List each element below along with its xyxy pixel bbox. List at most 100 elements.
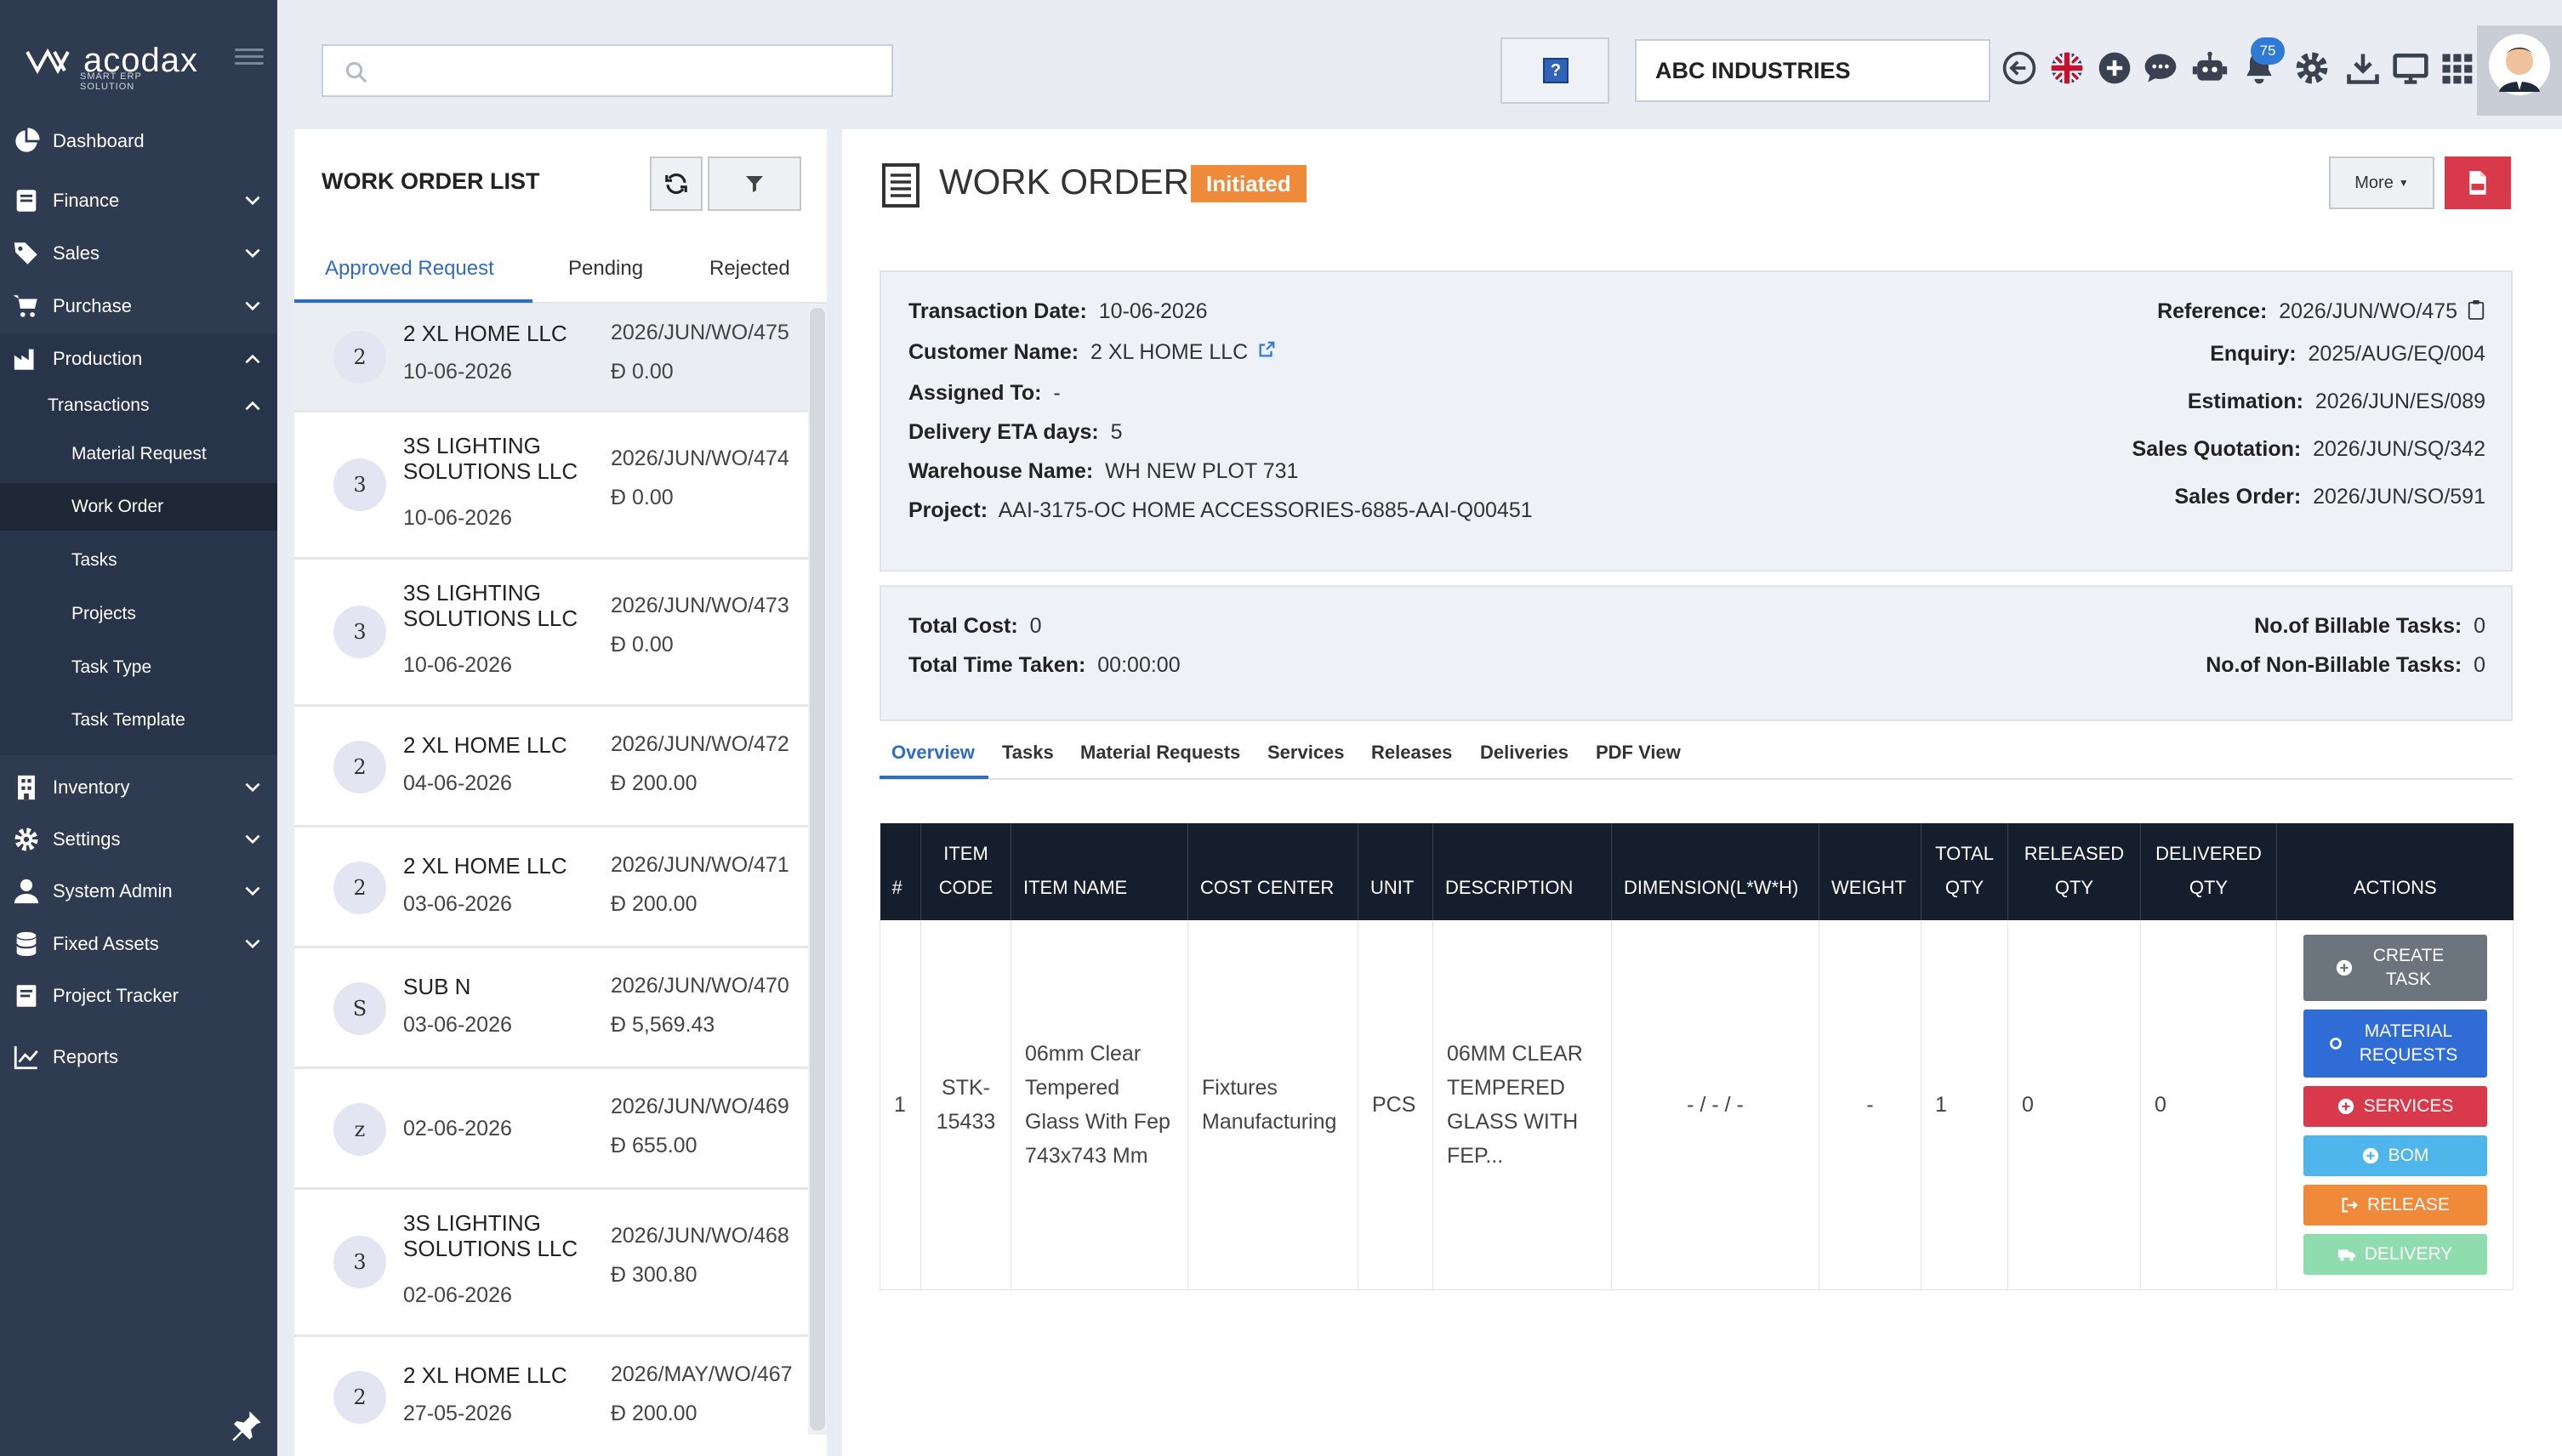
download-icon[interactable] bbox=[2344, 49, 2382, 87]
apps-grid-icon[interactable] bbox=[2438, 49, 2475, 87]
order-date: 02-06-2026 bbox=[403, 1283, 512, 1307]
list-item[interactable]: 2 2 XL HOME LLC 27-05-2026 2026/MAY/WO/4… bbox=[294, 1337, 808, 1435]
button-label: SERVICES bbox=[2363, 1095, 2454, 1116]
refresh-button[interactable] bbox=[650, 156, 703, 211]
work-order-list[interactable]: 2 2 XL HOME LLC 10-06-2026 2026/JUN/WO/4… bbox=[294, 304, 808, 1435]
tab-services[interactable]: Services bbox=[1267, 742, 1345, 764]
info-value: 2025/AUG/EQ/004 bbox=[2308, 342, 2485, 366]
company-selector[interactable]: ABC INDUSTRIES bbox=[1635, 39, 1990, 102]
customer-link[interactable]: 2 XL HOME LLC bbox=[1090, 340, 1248, 364]
unit: PCS bbox=[1358, 920, 1433, 1290]
sidebar-item-tasks[interactable]: Tasks bbox=[0, 537, 277, 584]
sidebar-item-inventory[interactable]: Inventory bbox=[0, 762, 277, 813]
caret-down-icon: ▼ bbox=[2398, 177, 2409, 189]
sidebar-item-work-order[interactable]: Work Order bbox=[0, 483, 277, 531]
tab-pending[interactable]: Pending bbox=[568, 257, 643, 281]
sidebar-item-label: Transactions bbox=[48, 395, 150, 415]
sidebar-item-fixed-assets[interactable]: Fixed Assets bbox=[0, 919, 277, 970]
pin-icon[interactable] bbox=[230, 1408, 264, 1442]
list-item[interactable]: 3 3S LIGHTING SOLUTIONS LLC 10-06-2026 2… bbox=[294, 412, 808, 560]
back-arrow-icon[interactable] bbox=[2001, 49, 2038, 87]
list-item[interactable]: z 02-06-2026 2026/JUN/WO/469 Ð 655.00 bbox=[294, 1069, 808, 1190]
tab-rejected[interactable]: Rejected bbox=[709, 257, 790, 281]
settings-gear-icon[interactable] bbox=[2293, 49, 2331, 87]
work-order-list-panel: WORK ORDER LIST Approved Request Pending… bbox=[294, 129, 827, 1456]
amount-value: 200.00 bbox=[632, 1402, 697, 1425]
list-item[interactable]: 3 3S LIGHTING SOLUTIONS LLC 02-06-2026 2… bbox=[294, 1190, 808, 1337]
database-icon bbox=[15, 931, 37, 957]
tab-deliveries[interactable]: Deliveries bbox=[1480, 742, 1569, 764]
list-scrollbar-thumb[interactable] bbox=[810, 308, 825, 1430]
tab-overview[interactable]: Overview bbox=[891, 742, 975, 764]
sidebar-item-finance[interactable]: Finance bbox=[0, 175, 277, 226]
user-avatar[interactable] bbox=[2477, 26, 2562, 116]
tab-tasks[interactable]: Tasks bbox=[1002, 742, 1054, 764]
list-item[interactable]: 2 2 XL HOME LLC 10-06-2026 2026/JUN/WO/4… bbox=[294, 304, 808, 412]
list-title: WORK ORDER LIST bbox=[322, 168, 540, 194]
search-input[interactable] bbox=[383, 53, 876, 90]
services-button[interactable]: SERVICES bbox=[2303, 1085, 2487, 1127]
monitor-icon[interactable] bbox=[2392, 49, 2429, 87]
search-box[interactable] bbox=[322, 44, 893, 97]
sidebar-item-label: Material Request bbox=[71, 444, 207, 464]
sidebar-item-production[interactable]: Production bbox=[0, 333, 277, 384]
sidebar-item-projects[interactable]: Projects bbox=[0, 590, 277, 638]
sidebar-item-sales[interactable]: Sales bbox=[0, 228, 277, 279]
info-warehouse-name: Warehouse Name: WH NEW PLOT 731 bbox=[908, 459, 1298, 484]
tab-approved-request[interactable]: Approved Request bbox=[325, 257, 494, 281]
sidebar-item-label: Projects bbox=[71, 604, 136, 623]
sidebar-item-dashboard[interactable]: Dashboard bbox=[0, 116, 277, 167]
total-qty: 1 bbox=[1921, 920, 2008, 1290]
sidebar-item-project-tracker[interactable]: Project Tracker bbox=[0, 970, 277, 1021]
list-item[interactable]: 2 2 XL HOME LLC 03-06-2026 2026/JUN/WO/4… bbox=[294, 828, 808, 948]
sidebar-item-transactions[interactable]: Transactions bbox=[0, 381, 277, 430]
currency-symbol: Ð bbox=[611, 633, 627, 657]
filter-button[interactable] bbox=[708, 156, 801, 211]
tab-material-requests[interactable]: Material Requests bbox=[1080, 742, 1240, 764]
plus-circle-icon bbox=[2362, 1147, 2378, 1163]
uk-flag-icon[interactable] bbox=[2048, 49, 2086, 87]
info-value: 2026/JUN/SQ/342 bbox=[2313, 437, 2485, 461]
brand-logo[interactable]: acodax SMART ERP SOLUTION bbox=[26, 41, 198, 92]
external-link-icon[interactable] bbox=[1257, 340, 1276, 359]
delivery-button[interactable]: DELIVERY bbox=[2303, 1233, 2487, 1275]
tab-releases[interactable]: Releases bbox=[1371, 742, 1452, 764]
list-item[interactable]: 2 2 XL HOME LLC 04-06-2026 2026/JUN/WO/4… bbox=[294, 707, 808, 828]
table-row: 1 STK-15433 06mm Clear Tempered Glass Wi… bbox=[880, 920, 2514, 1290]
list-item[interactable]: S SUB N 03-06-2026 2026/JUN/WO/470 Ð 5,5… bbox=[294, 948, 808, 1069]
sidebar-item-reports[interactable]: Reports bbox=[0, 1032, 277, 1083]
sidebar-item-label: Work Order bbox=[71, 497, 164, 516]
add-circle-icon[interactable] bbox=[2096, 49, 2133, 87]
building-icon bbox=[18, 775, 35, 800]
brand-tagline: SMART ERP SOLUTION bbox=[80, 71, 142, 92]
info-label: Transaction Date: bbox=[908, 299, 1087, 323]
info-value: WH NEW PLOT 731 bbox=[1105, 459, 1299, 483]
tab-pdf-view[interactable]: PDF View bbox=[1596, 742, 1681, 764]
bom-button[interactable]: BOM bbox=[2303, 1135, 2487, 1176]
order-date: 10-06-2026 bbox=[403, 506, 512, 530]
chat-icon[interactable] bbox=[2142, 49, 2179, 87]
customer-name: 3S LIGHTING SOLUTIONS LLC bbox=[403, 1210, 578, 1261]
help-button[interactable]: ? bbox=[1500, 37, 1609, 104]
sidebar-item-material-request[interactable]: Material Request bbox=[0, 430, 277, 478]
release-button[interactable]: RELEASE bbox=[2303, 1184, 2487, 1226]
sidebar-item-settings[interactable]: Settings bbox=[0, 814, 277, 865]
pdf-export-button[interactable] bbox=[2445, 156, 2511, 209]
create-task-button[interactable]: CREATE TASK bbox=[2303, 934, 2487, 1001]
sidebar-item-system-admin[interactable]: System Admin bbox=[0, 866, 277, 917]
sidebar-item-task-template[interactable]: Task Template bbox=[0, 697, 277, 744]
more-dropdown-button[interactable]: More ▼ bbox=[2329, 156, 2434, 209]
sidebar-item-purchase[interactable]: Purchase bbox=[0, 281, 277, 332]
robot-icon[interactable] bbox=[2191, 49, 2229, 87]
menu-toggle-icon[interactable] bbox=[235, 44, 264, 68]
customer-avatar: 2 bbox=[333, 331, 386, 384]
work-order-detail-panel: WORK ORDER Initiated More ▼ Transaction D… bbox=[842, 129, 2562, 1456]
sidebar-item-task-type[interactable]: Task Type bbox=[0, 644, 277, 691]
material-requests-button[interactable]: MATERIAL REQUESTS bbox=[2303, 1009, 2487, 1078]
chevron-down-icon bbox=[245, 834, 260, 845]
clipboard-icon[interactable] bbox=[2467, 299, 2485, 320]
list-item[interactable]: 3 3S LIGHTING SOLUTIONS LLC 10-06-2026 2… bbox=[294, 560, 808, 707]
item-code: STK-15433 bbox=[920, 920, 1011, 1290]
column-header: # bbox=[880, 823, 921, 920]
sidebar-item-label: Task Template bbox=[71, 710, 185, 730]
